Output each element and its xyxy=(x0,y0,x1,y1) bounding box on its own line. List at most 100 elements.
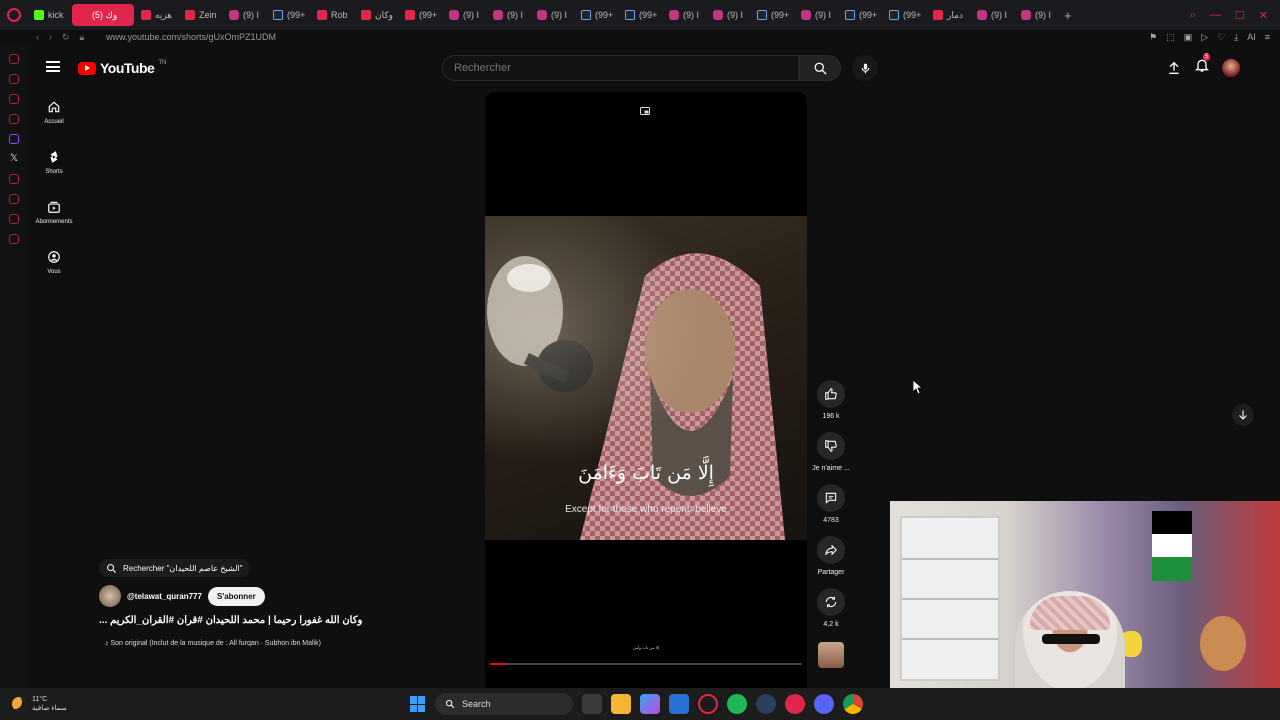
share-button[interactable] xyxy=(817,536,845,564)
browser-tab[interactable]: (9) I xyxy=(971,4,1014,26)
browser-tab[interactable]: (9) I xyxy=(795,4,838,26)
instagram-icon[interactable] xyxy=(9,114,19,124)
copilot-icon[interactable] xyxy=(640,694,660,714)
browser-tab[interactable]: (9) I xyxy=(223,4,266,26)
browser-tab[interactable]: kick xyxy=(28,4,71,26)
browser-tab[interactable]: (9) I xyxy=(1015,4,1058,26)
heart-icon[interactable]: ♡ xyxy=(1217,32,1225,43)
miniplayer-icon[interactable] xyxy=(639,105,651,117)
player-icon[interactable] xyxy=(9,174,19,184)
browser-tab[interactable]: (9) I xyxy=(443,4,486,26)
play-icon[interactable]: ▷ xyxy=(1201,32,1208,43)
guide-item-shorts[interactable]: Shorts xyxy=(28,142,80,192)
maximize-icon[interactable]: ☐ xyxy=(1235,9,1245,22)
channel-name[interactable]: @telawat_quran777 xyxy=(127,592,202,601)
guide-item-home[interactable]: Accueil xyxy=(28,92,80,142)
aria-icon[interactable] xyxy=(9,74,19,84)
valorant-icon[interactable] xyxy=(785,694,805,714)
back-icon[interactable]: ‹ xyxy=(36,32,39,43)
taskbar-search[interactable]: Search xyxy=(435,693,573,715)
browser-tab[interactable]: Rob xyxy=(311,4,354,26)
like-button[interactable] xyxy=(817,380,845,408)
browser-tab[interactable]: (9) I xyxy=(531,4,574,26)
browser-tab[interactable]: (5) وك xyxy=(72,4,134,26)
browser-tab[interactable]: وكان xyxy=(355,4,398,26)
snapshot-icon[interactable]: ⬚ xyxy=(1166,32,1175,43)
spotify-icon[interactable] xyxy=(727,694,747,714)
browser-tab[interactable]: هزيه xyxy=(135,4,178,26)
account-avatar[interactable] xyxy=(1222,58,1240,77)
browser-tab[interactable]: (9) I xyxy=(707,4,750,26)
progress-bar[interactable] xyxy=(490,663,802,665)
subscribe-button[interactable]: S'abonner xyxy=(207,586,265,606)
close-icon[interactable]: ✕ xyxy=(1259,9,1268,22)
shorts-icon xyxy=(50,151,58,163)
browser-tab-label: Zein xyxy=(199,10,217,20)
sound-attribution[interactable]: ♪ Son original (Inclut de la musique de … xyxy=(105,640,321,647)
remix-button[interactable] xyxy=(817,588,845,616)
browser-tab[interactable]: (99+ xyxy=(883,4,926,26)
browser-tab[interactable]: Zein xyxy=(179,4,222,26)
settings-icon[interactable] xyxy=(9,234,19,244)
browser-tab[interactable]: (99+ xyxy=(267,4,310,26)
x-icon[interactable]: 𝕏 xyxy=(9,154,19,164)
chrome-icon[interactable] xyxy=(843,694,863,714)
related-search-chip[interactable]: Rechercher "الشيخ عاصم اللحيدان" xyxy=(99,559,250,577)
pip-icon[interactable]: ▣ xyxy=(1184,32,1193,43)
comments-button[interactable] xyxy=(817,484,845,512)
browser-tab[interactable]: (99+ xyxy=(575,4,618,26)
opera-gx-icon[interactable] xyxy=(698,694,718,714)
opera-logo-icon[interactable] xyxy=(0,0,28,30)
pinboard-icon[interactable] xyxy=(9,214,19,224)
video-title[interactable]: ... وكان الله غفورا رحيما | محمد اللحيدا… xyxy=(99,615,389,626)
search-input[interactable]: Rechercher xyxy=(442,55,799,81)
new-tab-icon[interactable]: + xyxy=(1058,8,1078,23)
browser-tab[interactable]: (99+ xyxy=(619,4,662,26)
search-tabs-icon[interactable]: ⌕ xyxy=(1190,9,1196,22)
guide-item-subscriptions[interactable]: Abonnements xyxy=(28,192,80,242)
sound-thumbnail[interactable] xyxy=(818,642,844,668)
twitch-icon[interactable] xyxy=(9,134,19,144)
ai-button[interactable]: AI xyxy=(1247,32,1256,43)
menu-icon[interactable]: ≡ xyxy=(1265,32,1270,43)
history-icon[interactable] xyxy=(9,54,19,64)
shorts-player[interactable]: إِلَّا مَن تَابَ وَءَامَنَ Except for th… xyxy=(485,92,807,688)
search-chip-label: Rechercher "الشيخ عاصم اللحيدان" xyxy=(123,563,243,573)
bookmark-icon[interactable]: ⚑ xyxy=(1149,32,1157,43)
forward-icon[interactable]: › xyxy=(49,32,52,43)
browser-tab[interactable]: دمار xyxy=(927,4,970,26)
browser-tab-label: (9) I xyxy=(243,10,260,20)
browser-tab[interactable]: (9) I xyxy=(663,4,706,26)
notifications-button[interactable]: 5 xyxy=(1194,53,1211,78)
windows-start-icon[interactable] xyxy=(410,696,426,712)
guide-menu-icon[interactable] xyxy=(46,61,60,72)
browser-tab[interactable]: (9) I xyxy=(487,4,530,26)
youtube-logo[interactable]: YouTube TN xyxy=(78,60,166,76)
messenger-icon[interactable] xyxy=(9,94,19,104)
voice-search-button[interactable] xyxy=(852,55,878,81)
guide-item-you[interactable]: Vous xyxy=(28,242,80,292)
download-icon[interactable]: ⤓ xyxy=(1234,32,1238,43)
minimize-icon[interactable]: — xyxy=(1210,9,1221,22)
search-button[interactable] xyxy=(799,55,841,81)
browser-tab-label: وكان xyxy=(375,9,393,20)
caption-english: Except for those who repent, believe xyxy=(565,504,727,515)
url-field[interactable]: www.youtube.com/shorts/gUxOmPZ1UDM xyxy=(106,32,276,42)
file-explorer-icon[interactable] xyxy=(611,694,631,714)
browser-tab[interactable]: (99+ xyxy=(751,4,794,26)
clock-icon[interactable] xyxy=(9,194,19,204)
discord-icon[interactable] xyxy=(814,694,834,714)
steam-icon[interactable] xyxy=(756,694,776,714)
guide-label-subscriptions: Abonnements xyxy=(35,219,73,225)
reload-icon[interactable]: ↻ xyxy=(62,32,70,43)
browser-tab[interactable]: (99+ xyxy=(839,4,882,26)
store-icon[interactable] xyxy=(669,694,689,714)
browser-tab[interactable]: (99+ xyxy=(399,4,442,26)
upload-icon[interactable] xyxy=(1166,60,1182,76)
channel-avatar[interactable] xyxy=(99,585,121,607)
dislike-button[interactable] xyxy=(817,432,845,460)
task-view-icon[interactable] xyxy=(582,694,602,714)
youtube-icon xyxy=(78,10,88,20)
weather-widget[interactable]: 11°C سماء صافية xyxy=(0,695,120,713)
next-short-button[interactable] xyxy=(1232,404,1254,426)
